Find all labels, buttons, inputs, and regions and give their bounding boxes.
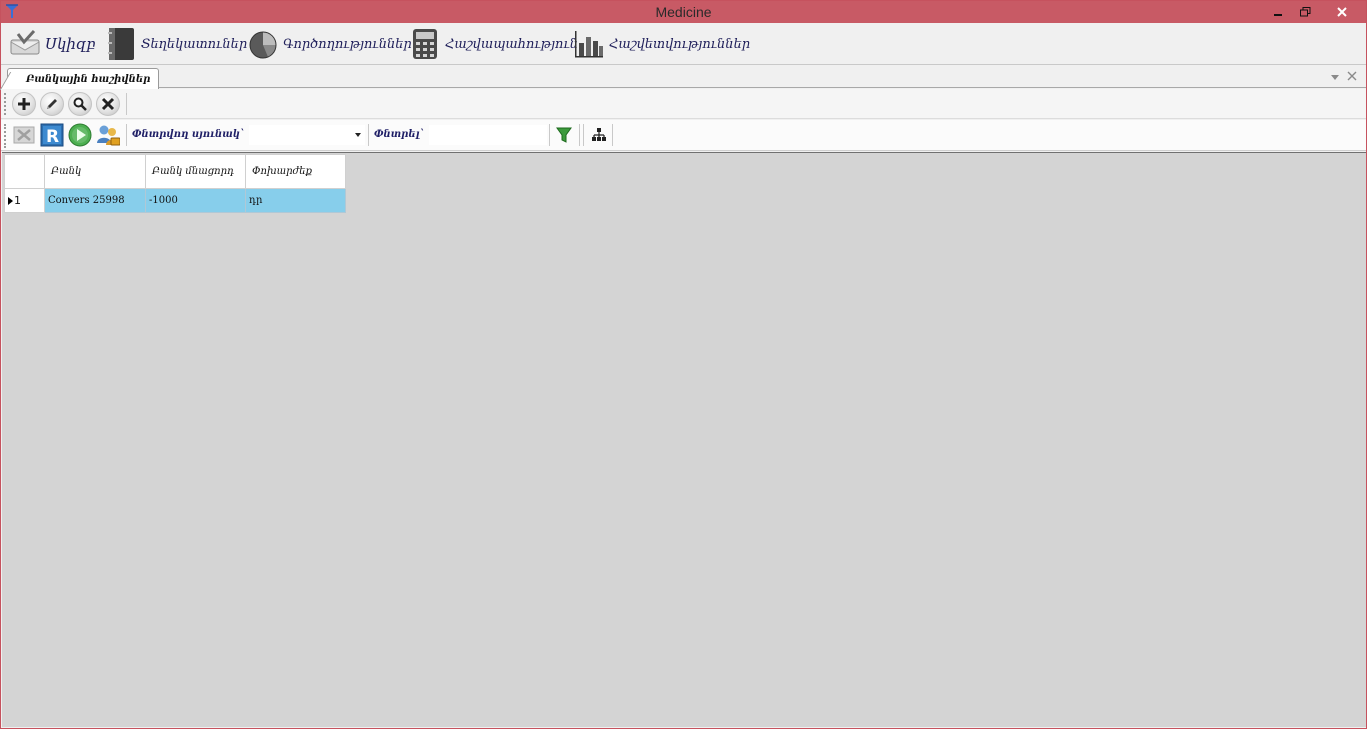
menu-item-directories[interactable]: Տեղեկատուներ xyxy=(105,26,247,62)
search-input[interactable] xyxy=(429,125,547,145)
toolbar-separator xyxy=(126,124,127,146)
minimize-icon xyxy=(1274,14,1282,16)
tab-label: Բանկային հաշիվներ xyxy=(26,73,151,85)
funnel-icon xyxy=(556,127,572,143)
toolbar-grip[interactable] xyxy=(4,93,7,115)
restore-button[interactable] xyxy=(1290,1,1320,23)
filter-button[interactable] xyxy=(552,123,576,147)
play-icon xyxy=(68,123,92,147)
close-window-button[interactable] xyxy=(1327,1,1357,23)
pencil-icon xyxy=(47,99,57,109)
toolbar-separator xyxy=(549,124,550,146)
delete-button[interactable] xyxy=(96,92,120,116)
report-r-icon: R xyxy=(40,123,64,147)
column-header-bank[interactable]: Բանկ xyxy=(44,154,146,189)
menu-item-label: Հաշվապահություն xyxy=(445,36,579,52)
pie-chart-icon xyxy=(247,28,279,60)
application-window: Medicine Սկիզբ Տեղեկատուներ Գործողությու… xyxy=(0,0,1367,729)
cell-exchange-rate[interactable]: դր xyxy=(245,188,346,213)
search-label: Փնտրել` xyxy=(374,129,425,140)
toolbar-separator xyxy=(583,124,584,146)
close-icon xyxy=(101,97,115,111)
row-header[interactable]: 1 xyxy=(4,188,45,213)
menu-item-reports[interactable]: Հաշվետվություններ xyxy=(573,26,750,62)
menu-item-start[interactable]: Սկիզբ xyxy=(9,26,96,62)
grid-header-row: Բանկ Բանկ մնացորդ Փոխարժեք xyxy=(4,154,346,189)
users-button[interactable] xyxy=(96,123,120,147)
menu-item-label: Տեղեկատուներ xyxy=(141,36,248,52)
toolbar-separator xyxy=(579,124,580,146)
export-excel-button[interactable] xyxy=(12,123,36,147)
close-tab-icon[interactable] xyxy=(1346,70,1358,82)
record-toolbar xyxy=(1,89,1366,119)
grid-corner-cell[interactable] xyxy=(4,154,45,189)
filter-column-combobox[interactable] xyxy=(249,125,365,145)
title-bar[interactable]: Medicine xyxy=(1,1,1366,23)
table-row[interactable]: 1 Convers 25998 -1000 դր xyxy=(4,188,346,213)
menu-item-label: Սկիզբ xyxy=(45,35,96,53)
filter-toolbar: R Փնտրվող սյունակ` Փնտրել` xyxy=(1,120,1366,151)
binder-book-icon xyxy=(105,28,137,60)
toolbar-separator xyxy=(126,93,127,115)
document-tab-strip: Բանկային հաշիվներ xyxy=(1,65,1366,89)
chevron-down-icon xyxy=(355,133,361,137)
checkbox-tray-icon xyxy=(9,28,41,60)
current-row-arrow-icon xyxy=(8,197,13,205)
hierarchy-button[interactable] xyxy=(587,123,611,147)
cell-bank[interactable]: Convers 25998 xyxy=(44,188,146,213)
window-title: Medicine xyxy=(655,4,712,20)
users-lock-icon xyxy=(97,125,120,146)
report-button[interactable]: R xyxy=(40,123,64,147)
bank-accounts-grid: Բանկ Բանկ մնացորդ Փոխարժեք 1 Convers 259… xyxy=(4,154,346,213)
restore-icon xyxy=(1299,7,1310,17)
menu-item-label: Հաշվետվություններ xyxy=(609,36,751,52)
search-icon xyxy=(73,97,87,111)
menu-item-operations[interactable]: Գործողություններ xyxy=(247,26,412,62)
tab-list-dropdown-icon[interactable] xyxy=(1329,71,1341,83)
menu-item-label: Գործողություններ xyxy=(283,36,412,52)
search-button[interactable] xyxy=(68,92,92,116)
cell-bank-balance[interactable]: -1000 xyxy=(145,188,246,213)
plus-icon xyxy=(18,98,30,110)
main-menu: Սկիզբ Տեղեկատուներ Գործողություններ Հաշվ… xyxy=(1,23,1366,65)
bar-chart-icon xyxy=(573,28,605,60)
data-grid-area: Բանկ Բանկ մնացորդ Փոխարժեք 1 Convers 259… xyxy=(2,152,1366,727)
add-button[interactable] xyxy=(12,92,36,116)
row-number: 1 xyxy=(14,194,21,207)
edit-button[interactable] xyxy=(40,92,64,116)
tab-bank-accounts[interactable]: Բանկային հաշիվներ xyxy=(7,68,160,89)
toolbar-separator xyxy=(368,124,369,146)
run-button[interactable] xyxy=(68,123,92,147)
close-icon xyxy=(1337,7,1347,17)
toolbar-separator xyxy=(612,124,613,146)
menu-item-accounting[interactable]: Հաշվապահություն xyxy=(409,26,578,62)
svg-text:R: R xyxy=(46,127,59,147)
minimize-button[interactable] xyxy=(1263,1,1293,23)
toolbar-grip[interactable] xyxy=(4,124,7,148)
column-header-exchange-rate[interactable]: Փոխարժեք xyxy=(245,154,346,189)
calculator-icon xyxy=(409,28,441,60)
hierarchy-icon xyxy=(592,128,606,141)
filter-column-label: Փնտրվող սյունակ` xyxy=(132,129,245,140)
excel-disabled-icon xyxy=(13,126,35,144)
column-header-bank-balance[interactable]: Բանկ մնացորդ xyxy=(145,154,246,189)
